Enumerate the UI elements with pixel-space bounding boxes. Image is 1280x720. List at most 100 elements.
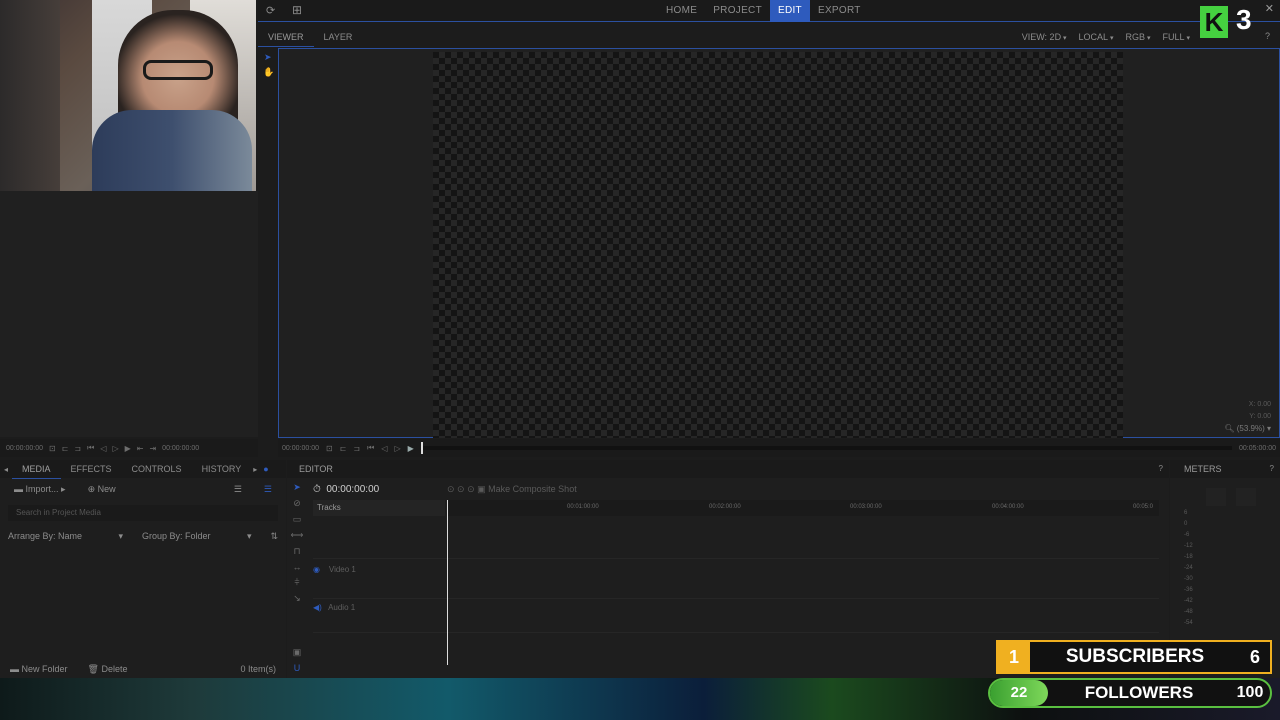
frame-back-icon[interactable]: ◁ [100,444,106,453]
nav-home[interactable]: HOME [658,0,705,22]
followers-count: 22 [990,680,1048,706]
pointer-tool-icon[interactable]: ➤ [264,52,272,63]
viewer-canvas[interactable] [433,52,1123,438]
frame-forward-icon[interactable]: ▷ [394,444,400,453]
ripple-tool-icon[interactable]: ⟷ [291,530,304,541]
list-view-icon[interactable]: ☰ [234,484,242,495]
view-mode-dropdown[interactable]: VIEW: 2D [1022,27,1067,49]
track-audio-1[interactable]: ◀) Audio 1 [313,603,355,612]
nav-export[interactable]: EXPORT [810,0,869,22]
main-viewer[interactable]: X: 0.00 Y: 0.00 🔍︎ (53.9%) ▾ [278,48,1280,438]
followers-goal: 100 [1236,684,1264,701]
hand-tool-icon[interactable]: ✋ [263,67,274,78]
media-panel: ◂ MEDIA EFFECTS CONTROLS HISTORY ▸ ● ▬ I… [0,460,286,678]
split-tool-icon[interactable]: ⫩ [294,577,299,588]
chevron-right-icon[interactable]: ▸ [251,465,259,474]
play-icon[interactable]: ▶ [125,444,131,453]
mark-in-icon[interactable]: ⊏ [340,444,347,453]
subscribers-goal: 6 [1249,646,1260,667]
pen-tool-icon[interactable]: ↘ [293,593,301,604]
detail-view-icon[interactable]: ☰ [264,484,272,495]
step-back-icon[interactable]: ⏮ [367,443,374,453]
meter-right-channel [1236,488,1256,506]
coordinate-dropdown[interactable]: LOCAL [1079,27,1114,49]
meter-left-channel [1206,488,1226,506]
meter-scale: 6 0 -6 -12 -18 -24 -30 -36 -42 -48 -54 [1184,510,1193,626]
help-icon[interactable]: ● [259,464,272,474]
zoom-level[interactable]: 🔍︎ (53.9%) ▾ [1224,424,1271,433]
play-icon[interactable]: ▶ [408,444,414,453]
loop-icon[interactable]: ⊡ [49,444,56,453]
new-folder-button[interactable]: ▬ New Folder [10,664,68,674]
make-composite-button[interactable]: ⊙ ⊙ ⊙ ▣ Make Composite Shot [447,484,577,495]
roll-tool-icon[interactable]: ⊓ [293,546,300,557]
select-tool-icon[interactable]: ➤ [293,482,301,493]
viewer-duration: 00:05:00:00 [1239,444,1276,452]
overwrite-icon[interactable]: ⇥ [149,444,156,453]
razor-tool-icon[interactable]: ▭ [293,514,302,525]
close-icon[interactable]: ✕ [1265,2,1274,15]
slip-tool-icon[interactable]: ⊘ [293,498,301,509]
sort-icon[interactable]: ⇅ [270,531,278,542]
meter-tick: 0 [1184,521,1188,527]
track-divider [313,598,1159,599]
arrange-dropdown[interactable]: Arrange By: Name ▾ [8,531,123,542]
tab-history[interactable]: HISTORY [192,460,252,478]
ruler-tick: 00:04:00:00 [992,504,1024,510]
speaker-icon[interactable]: ◀) [313,603,322,612]
help-icon[interactable]: ? [1265,31,1270,41]
import-button[interactable]: ▬ Import... ▸ [14,484,66,495]
source-monitor-controls: 00:00:00:00 ⊡ ⊏ ⊐ ⏮ ◁ ▷ ▶ ⇤ ⇥ 00:00:00:0… [0,439,258,457]
media-search-input[interactable]: Search in Project Media [8,505,278,521]
tab-effects[interactable]: EFFECTS [61,460,122,478]
meter-tick: 6 [1184,510,1188,516]
webcam-glasses [143,60,213,80]
scrub-bar[interactable] [420,442,1233,454]
group-dropdown[interactable]: Group By: Folder ▾ [142,531,252,542]
editor-title: EDITOR [287,460,1169,478]
grid-icon[interactable]: ⊞ [292,3,302,17]
top-nav-bar: ⟳ ⊞ HOME PROJECT EDIT EXPORT ✕ [258,0,1280,22]
step-back-icon[interactable]: ⏮ [87,443,94,453]
help-icon[interactable]: ? [1270,464,1274,473]
scrub-handle[interactable] [420,442,423,454]
folder-icon: ▬ [14,484,23,494]
ruler-tick: 00:05:0 [1133,504,1154,510]
playhead[interactable] [447,500,448,665]
snap-icon[interactable]: ▣ [293,647,302,658]
frame-back-icon[interactable]: ◁ [381,444,387,453]
clock-icon: ⏱ [313,484,321,495]
tab-layer[interactable]: LAYER [314,27,363,47]
new-button[interactable]: ⊕ New [88,484,116,495]
chevron-left-icon[interactable]: ◂ [0,465,12,474]
coordinate-x: X: 0.00 [1248,401,1271,408]
channel-dropdown[interactable]: RGB [1126,27,1151,49]
meter-tick: -36 [1184,587,1193,593]
help-icon[interactable]: ? [1159,464,1163,473]
mark-out-icon[interactable]: ⊐ [74,444,81,453]
timeline-ruler[interactable]: 00:01:00:00 00:02:00:00 00:03:00:00 00:0… [447,500,1159,516]
resolution-dropdown[interactable]: FULL [1163,27,1190,49]
delete-button[interactable]: 🗑︎ Delete [88,664,128,675]
tab-controls[interactable]: CONTROLS [122,460,192,478]
eye-icon[interactable]: ◉ [313,565,320,574]
refresh-icon[interactable]: ⟳ [266,4,275,17]
plus-circle-icon: ⊕ [87,484,96,494]
track-video-1[interactable]: ◉ Video 1 [313,565,356,574]
viewer-transport: 00:00:00:00 ⊡ ⊏ ⊐ ⏮ ◁ ▷ ▶ 00:05:00:00 [278,439,1280,457]
meter-tick: -54 [1184,620,1193,626]
loop-icon[interactable]: ⊡ [326,444,333,453]
nav-project[interactable]: PROJECT [705,0,770,22]
insert-icon[interactable]: ⇤ [137,444,144,453]
nav-edit[interactable]: EDIT [769,0,810,22]
tab-media[interactable]: MEDIA [12,460,61,479]
webcam-background-person [0,0,60,191]
viewer-options: VIEW: 2D LOCAL RGB FULL [1022,27,1190,49]
mark-in-icon[interactable]: ⊏ [62,444,69,453]
mark-out-icon[interactable]: ⊐ [353,444,360,453]
tab-viewer[interactable]: VIEWER [258,27,314,47]
frame-forward-icon[interactable]: ▷ [112,444,118,453]
ruler-tick: 00:02:00:00 [709,504,741,510]
stretch-tool-icon[interactable]: ↔ [293,562,302,572]
magnet-icon[interactable]: U [294,663,301,673]
